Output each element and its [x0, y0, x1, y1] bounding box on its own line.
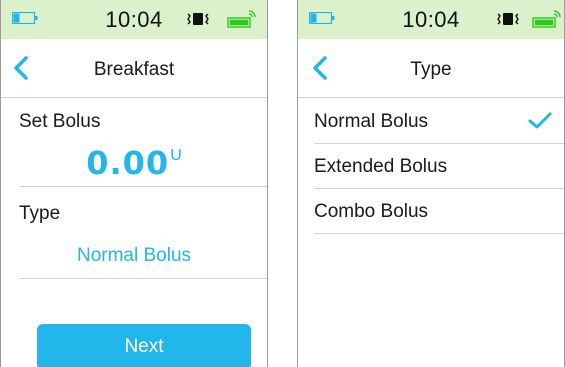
bolus-type-screen: 10:04 Type Normal Bolus Extended Bolus C… [297, 0, 565, 367]
type-label: Type [19, 203, 61, 224]
page-title: Type [410, 59, 452, 80]
phone-battery-icon [227, 10, 256, 28]
vibrate-icon [187, 13, 209, 25]
status-bar: 10:04 [1, 0, 267, 39]
nav-bar: Type [298, 39, 564, 98]
option-label: Combo Bolus [314, 201, 429, 222]
nav-bar: Breakfast [1, 39, 267, 98]
divider [19, 186, 267, 187]
phone-battery-icon [532, 10, 561, 28]
bolus-setup-screen: 10:04 Breakfast Set Bolus 0.00U Type Nor… [0, 0, 268, 367]
option-extended-bolus[interactable]: Extended Bolus [298, 143, 564, 189]
option-label: Normal Bolus [314, 111, 429, 132]
checkmark-icon [528, 112, 552, 129]
bolus-type-selector[interactable]: Normal Bolus [1, 245, 267, 267]
bolus-unit: U [170, 147, 182, 164]
option-combo-bolus[interactable]: Combo Bolus [298, 188, 564, 234]
bolus-value: 0.00 [86, 144, 170, 182]
option-label: Extended Bolus [314, 156, 448, 177]
option-normal-bolus[interactable]: Normal Bolus [298, 98, 564, 144]
status-bar: 10:04 [298, 0, 564, 39]
divider [19, 278, 267, 279]
page-title: Breakfast [93, 59, 175, 80]
vibrate-icon [497, 13, 519, 25]
status-time: 10:04 [402, 7, 460, 32]
bolus-amount-display[interactable]: 0.00U [1, 144, 267, 182]
next-button[interactable]: Next [37, 324, 251, 367]
divider [314, 233, 564, 234]
set-bolus-label: Set Bolus [19, 111, 101, 132]
